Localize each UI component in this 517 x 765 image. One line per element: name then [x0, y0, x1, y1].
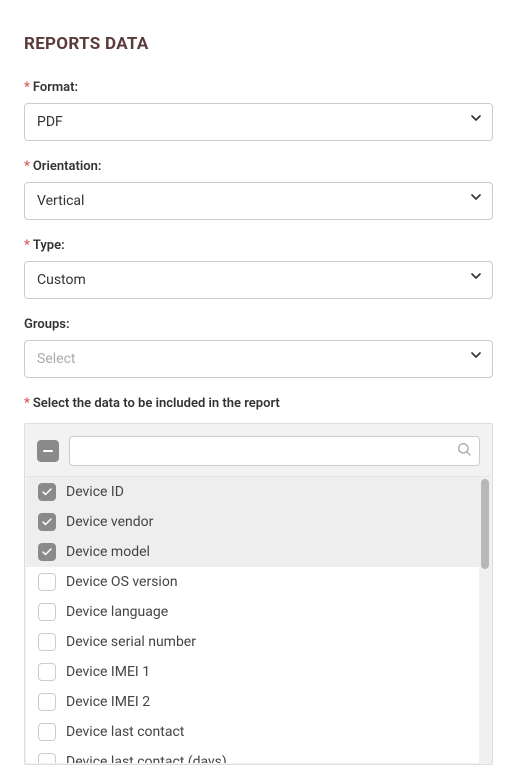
checkbox[interactable] [38, 633, 56, 651]
search-wrap [69, 436, 480, 466]
list-item[interactable]: Device serial number [26, 627, 491, 657]
list-item-label: Device last contact (days) [66, 754, 227, 763]
chevron-down-icon [468, 183, 484, 219]
data-select-label: *Select the data to be included in the r… [24, 396, 493, 411]
checkbox[interactable] [38, 663, 56, 681]
data-list: Device ID Device vendor Device model Device… [26, 476, 491, 763]
checkbox[interactable] [38, 573, 56, 591]
indeterminate-icon [43, 450, 53, 453]
list-item[interactable]: Device last contact (days) [26, 747, 491, 763]
type-label: *Type: [24, 238, 493, 253]
list-item[interactable]: Device ID [26, 477, 491, 507]
checkbox[interactable] [38, 513, 56, 531]
search-input[interactable] [69, 436, 480, 466]
list-item[interactable]: Device last contact [26, 717, 491, 747]
orientation-label: *Orientation: [24, 159, 493, 174]
chevron-down-icon [468, 104, 484, 140]
field-orientation: *Orientation: Vertical [24, 159, 493, 220]
field-format: *Format: PDF [24, 80, 493, 141]
list-item-label: Device language [66, 604, 168, 620]
chevron-down-icon [468, 262, 484, 298]
scroll-thumb[interactable] [481, 479, 489, 569]
list-item-label: Device last contact [66, 724, 184, 740]
list-item[interactable]: Device vendor [26, 507, 491, 537]
list-item[interactable]: Device model [26, 537, 491, 567]
search-icon [456, 441, 472, 461]
checkbox[interactable] [38, 753, 56, 763]
checkbox[interactable] [38, 543, 56, 561]
chevron-down-icon [468, 341, 484, 377]
list-item[interactable]: Device language [26, 597, 491, 627]
format-label: *Format: [24, 80, 493, 95]
data-panel-header [25, 424, 492, 476]
scrollbar[interactable] [479, 477, 491, 763]
field-groups: Groups: Select [24, 317, 493, 378]
orientation-value: Vertical [37, 193, 84, 209]
list-item-label: Device model [66, 544, 150, 560]
groups-label: Groups: [24, 317, 493, 332]
list-item-label: Device ID [66, 484, 124, 500]
data-select-panel: Device ID Device vendor Device model Device… [24, 423, 493, 765]
list-item[interactable]: Device IMEI 2 [26, 687, 491, 717]
format-select[interactable]: PDF [24, 103, 493, 141]
checkbox[interactable] [38, 483, 56, 501]
toggle-all-checkbox[interactable] [37, 440, 59, 462]
checkbox[interactable] [38, 603, 56, 621]
groups-select[interactable]: Select [24, 340, 493, 378]
list-item-label: Device vendor [66, 514, 153, 530]
list-item-label: Device OS version [66, 574, 178, 590]
checkbox[interactable] [38, 723, 56, 741]
checkbox[interactable] [38, 693, 56, 711]
field-type: *Type: Custom [24, 238, 493, 299]
groups-value: Select [37, 351, 75, 367]
list-item-label: Device serial number [66, 634, 196, 650]
section-title: REPORTS DATA [24, 34, 493, 54]
type-value: Custom [37, 272, 86, 288]
list-item-label: Device IMEI 2 [66, 694, 150, 710]
orientation-select[interactable]: Vertical [24, 182, 493, 220]
type-select[interactable]: Custom [24, 261, 493, 299]
list-item[interactable]: Device IMEI 1 [26, 657, 491, 687]
list-item[interactable]: Device OS version [26, 567, 491, 597]
format-value: PDF [37, 114, 63, 130]
list-item-label: Device IMEI 1 [66, 664, 150, 680]
